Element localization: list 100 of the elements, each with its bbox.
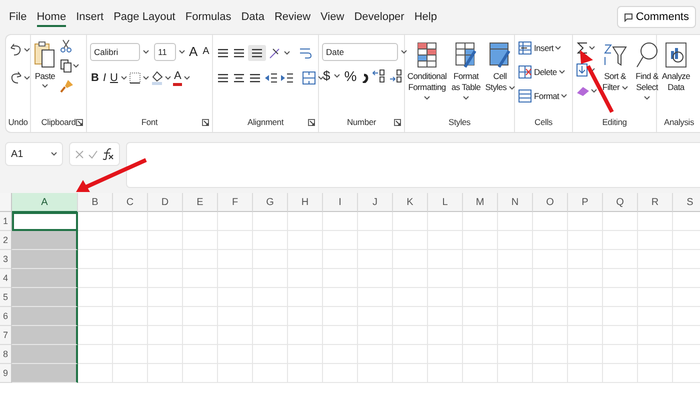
decrease-decimal-icon[interactable] xyxy=(388,69,403,83)
row-header[interactable]: 5 xyxy=(0,288,12,307)
redo-icon[interactable] xyxy=(9,71,23,85)
formula-input[interactable] xyxy=(126,142,700,188)
align-bottom-icon[interactable] xyxy=(250,47,264,59)
eraser-icon[interactable] xyxy=(576,85,590,97)
column-header[interactable]: K xyxy=(393,193,428,212)
name-box[interactable]: A1 xyxy=(5,142,63,166)
ribbon-button[interactable]: Format as Table xyxy=(450,39,482,105)
increase-indent-icon[interactable] xyxy=(280,72,294,84)
scissors-icon[interactable] xyxy=(60,39,72,53)
percent-button[interactable]: % xyxy=(343,69,358,83)
column-header[interactable]: L xyxy=(428,193,463,212)
column-header[interactable]: D xyxy=(148,193,183,212)
selected-cell[interactable] xyxy=(12,307,78,326)
font-size-field[interactable]: 11 xyxy=(154,43,176,61)
menu-tab[interactable]: File xyxy=(4,7,32,27)
format-painter-icon[interactable] xyxy=(60,79,74,93)
menu-tab[interactable]: Insert xyxy=(71,7,109,27)
fill-color-icon[interactable] xyxy=(150,70,163,84)
ribbon-button[interactable]: Conditional Formatting xyxy=(406,39,448,105)
column-header[interactable]: C xyxy=(113,193,148,212)
column-header[interactable]: S xyxy=(673,193,700,212)
column-header[interactable]: Q xyxy=(603,193,638,212)
column-header[interactable]: M xyxy=(463,193,498,212)
menu-tab[interactable]: Developer xyxy=(349,7,410,27)
copy-icon[interactable] xyxy=(60,59,72,73)
increase-decimal-icon[interactable] xyxy=(372,69,386,83)
number-format-field[interactable]: Date xyxy=(322,43,398,61)
column-header[interactable]: P xyxy=(568,193,603,212)
dialog-launcher-icon[interactable] xyxy=(394,118,401,126)
selected-cell[interactable] xyxy=(12,250,78,269)
ribbon-button[interactable]: Sort & Filter xyxy=(601,39,629,94)
menu-tab[interactable]: Review xyxy=(269,7,316,27)
row-header[interactable]: 3 xyxy=(0,250,12,269)
align-left-icon[interactable] xyxy=(216,72,230,84)
ribbon-button[interactable]: Delete xyxy=(518,65,565,79)
dialog-launcher-icon[interactable] xyxy=(76,118,83,126)
dialog-launcher-icon[interactable] xyxy=(308,118,315,126)
column-header[interactable]: G xyxy=(253,193,288,212)
column-header[interactable]: B xyxy=(78,193,113,212)
column-header[interactable]: I xyxy=(323,193,358,212)
shrink-font-button[interactable]: A xyxy=(202,45,210,59)
selected-cell[interactable] xyxy=(12,269,78,288)
undo-icon[interactable] xyxy=(9,43,23,57)
row-header[interactable]: 2 xyxy=(0,231,12,250)
selected-cell[interactable] xyxy=(12,326,78,345)
merge-cells-icon[interactable] xyxy=(302,71,316,85)
function-icon[interactable] xyxy=(102,148,114,160)
column-header[interactable]: J xyxy=(358,193,393,212)
align-top-icon[interactable] xyxy=(216,47,230,59)
menu-tab[interactable]: Data xyxy=(236,7,270,27)
caret-icon xyxy=(24,76,30,80)
row-header[interactable]: 7 xyxy=(0,326,12,345)
column-header[interactable]: R xyxy=(638,193,673,212)
fill-down-icon[interactable] xyxy=(576,63,588,77)
column-header[interactable]: F xyxy=(218,193,253,212)
table-cell xyxy=(533,250,568,269)
font-color-button[interactable]: A xyxy=(172,69,182,86)
align-right-icon[interactable] xyxy=(248,72,262,84)
row-header[interactable]: 1 xyxy=(0,212,12,231)
selected-cell[interactable] xyxy=(12,231,78,250)
menu-tab[interactable]: View xyxy=(316,7,350,27)
sum-icon[interactable] xyxy=(576,41,588,55)
paste-button[interactable]: Paste xyxy=(34,39,56,90)
font-name-field[interactable]: Calibri xyxy=(90,43,140,61)
column-header[interactable]: O xyxy=(533,193,568,212)
menu-tab[interactable]: Page Layout xyxy=(108,7,180,27)
ribbon-button[interactable]: Insert xyxy=(518,41,562,55)
column-header[interactable]: E xyxy=(183,193,218,212)
ribbon-button[interactable]: Cell Styles xyxy=(484,39,516,94)
wrap-text-icon[interactable] xyxy=(298,46,312,60)
caret-icon xyxy=(318,76,324,80)
column-header[interactable]: N xyxy=(498,193,533,212)
underline-button[interactable]: U xyxy=(109,70,119,84)
ribbon-button[interactable]: Format xyxy=(518,89,568,103)
selected-cell[interactable] xyxy=(12,288,78,307)
active-cell[interactable] xyxy=(12,212,78,231)
align-middle-icon[interactable] xyxy=(232,47,246,59)
currency-button[interactable]: $ xyxy=(322,69,332,83)
align-center-icon[interactable] xyxy=(232,72,246,84)
menu-tab[interactable]: Formulas xyxy=(180,7,236,27)
column-header[interactable]: H xyxy=(288,193,323,212)
row-header[interactable]: 9 xyxy=(0,364,12,383)
dialog-launcher-icon[interactable] xyxy=(202,118,209,126)
italic-button[interactable]: I xyxy=(102,70,108,84)
orientation-icon[interactable] xyxy=(268,47,282,59)
bold-button[interactable]: B xyxy=(90,70,100,84)
row-header[interactable]: 6 xyxy=(0,307,12,326)
column-header[interactable]: A xyxy=(12,193,78,213)
menu-tab[interactable]: Help xyxy=(409,7,442,27)
comments-button[interactable]: Comments xyxy=(616,6,696,28)
borders-icon[interactable] xyxy=(128,72,141,84)
decrease-indent-icon[interactable] xyxy=(264,72,278,84)
menu-tab[interactable]: Home xyxy=(32,7,72,27)
grow-font-button[interactable]: A xyxy=(188,45,199,59)
row-header[interactable]: 4 xyxy=(0,269,12,288)
selected-cell[interactable] xyxy=(12,345,78,364)
selected-cell[interactable] xyxy=(12,364,78,383)
row-header[interactable]: 8 xyxy=(0,345,12,364)
